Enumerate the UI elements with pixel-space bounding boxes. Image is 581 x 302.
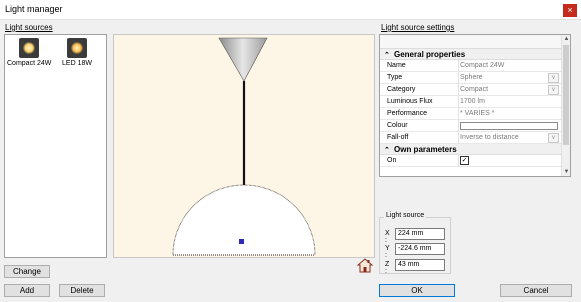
light-source-coordinates: Light source X : 224 mm Y : -224.6 mm Z … <box>379 212 451 275</box>
scroll-up-icon[interactable]: ▲ <box>562 36 570 42</box>
chevron-down-icon[interactable]: ∨ <box>548 73 559 83</box>
ok-button[interactable]: OK <box>379 284 455 297</box>
change-button[interactable]: Change <box>4 265 50 278</box>
chevron-down-icon[interactable]: ∨ <box>548 133 559 143</box>
on-checkbox[interactable]: ✓ <box>460 156 469 165</box>
x-coordinate-input[interactable]: 224 mm <box>395 228 445 240</box>
property-row-name[interactable]: Name Compact 24W <box>380 60 570 72</box>
led-bulb-icon <box>67 38 87 58</box>
source-label: LED 18W <box>62 60 92 67</box>
property-row-colour[interactable]: Colour <box>380 120 570 132</box>
property-row-on[interactable]: On ✓ <box>380 155 570 167</box>
light-preview[interactable] <box>113 34 375 258</box>
group-own-parameters[interactable]: ⌃ Own parameters <box>380 144 570 155</box>
delete-button[interactable]: Delete <box>59 284 105 297</box>
property-grid-scrollbar[interactable]: ▲ ▼ <box>561 35 570 176</box>
light-sphere <box>172 184 316 256</box>
property-row-performance[interactable]: Performance * VARIES * <box>380 108 570 120</box>
property-row-type[interactable]: Type Sphere ∨ <box>380 72 570 84</box>
lamp-shade <box>218 37 268 82</box>
property-grid-toolbar <box>380 35 570 49</box>
z-coordinate-input[interactable]: 43 mm <box>395 259 445 271</box>
close-button[interactable]: × <box>563 4 577 17</box>
title-bar: Light manager × <box>0 0 581 20</box>
scroll-down-icon[interactable]: ▼ <box>562 169 570 175</box>
colour-swatch[interactable] <box>460 122 558 130</box>
property-row-category[interactable]: Category Compact ∨ <box>380 84 570 96</box>
list-item-compact-24w[interactable]: Compact 24W <box>7 38 51 67</box>
property-grid: ⌃ General properties Name Compact 24W Typ… <box>379 34 571 177</box>
light-source-settings-label: Light source settings <box>381 23 455 32</box>
window-title: Light manager <box>5 4 63 14</box>
add-button[interactable]: Add <box>4 284 50 297</box>
compact-bulb-icon <box>19 38 39 58</box>
scrollbar-thumb[interactable] <box>563 45 569 145</box>
group-general-properties[interactable]: ⌃ General properties <box>380 49 570 60</box>
chevron-down-icon[interactable]: ∨ <box>548 85 559 95</box>
source-label: Compact 24W <box>7 60 52 67</box>
lamp-preview-drawing <box>172 37 316 256</box>
coordinates-legend: Light source <box>384 212 427 219</box>
property-row-luminous-flux[interactable]: Luminous Flux 1700 lm <box>380 96 570 108</box>
cancel-button[interactable]: Cancel <box>500 284 572 297</box>
light-position-marker <box>239 239 244 244</box>
list-item-led-18w[interactable]: LED 18W <box>55 38 99 67</box>
y-coordinate-input[interactable]: -224.6 mm <box>395 243 445 255</box>
home-view-icon[interactable] <box>356 258 374 273</box>
light-sources-list: Compact 24W LED 18W <box>4 34 107 258</box>
light-sources-label: Light sources <box>5 23 53 32</box>
property-row-fall-off[interactable]: Fall-off Inverse to distance ∨ <box>380 132 570 144</box>
